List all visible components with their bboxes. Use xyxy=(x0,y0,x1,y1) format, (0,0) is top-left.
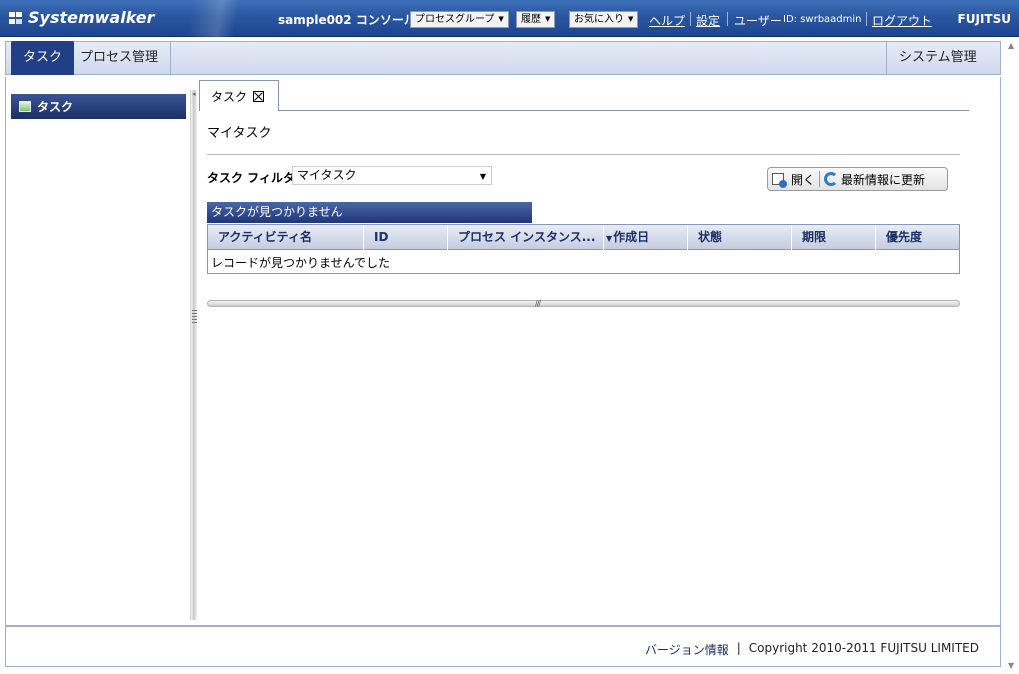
scrollbar-grip-icon[interactable]: /// xyxy=(535,299,541,308)
sidebar-item-label: タスク xyxy=(37,100,74,114)
tab-task[interactable]: タスク xyxy=(11,41,75,75)
scroll-up-icon[interactable]: ▲ xyxy=(1008,41,1014,50)
footer-text: バージョン情報 | Copyright 2010-2011 FUJITSU LI… xyxy=(645,641,979,658)
header-divider xyxy=(866,12,867,26)
collapse-arrow-icon[interactable]: ◂ xyxy=(192,90,196,98)
version-info-link[interactable]: バージョン情報 xyxy=(645,641,729,658)
status-message: タスクが見つかりません xyxy=(207,202,532,223)
task-list-icon xyxy=(19,101,31,112)
tab-system-management[interactable]: システム管理 xyxy=(886,41,989,75)
open-button-label: 開く xyxy=(791,172,816,187)
chevron-down-icon: ▼ xyxy=(479,172,486,181)
table-empty-message: レコードが見つかりませんでした xyxy=(211,256,391,270)
refresh-button[interactable]: 最新情報に更新 xyxy=(820,168,929,190)
logout-link[interactable]: ログアウト xyxy=(872,12,932,29)
page-vertical-scrollbar[interactable]: ▲ ▼ xyxy=(1005,37,1019,674)
content-tab-label: タスク xyxy=(211,89,248,104)
action-toolbar: 開く 最新情報に更新 xyxy=(767,167,948,191)
fujitsu-logo: FUJITSU xyxy=(957,12,1011,26)
user-label: ユーザー xyxy=(734,14,782,28)
process-group-menu-label: プロセスグループ xyxy=(415,14,495,25)
horizontal-scrollbar[interactable]: /// xyxy=(207,299,960,308)
app-header: Systemwalker sample002 コンソール プロセスグループ ▼ … xyxy=(0,0,1019,37)
copyright-text: Copyright 2010-2011 FUJITSU LIMITED xyxy=(748,641,979,655)
help-link[interactable]: ヘルプ xyxy=(649,12,685,29)
column-header-process-instance[interactable]: プロセス インスタンス... xyxy=(448,225,604,250)
chevron-down-icon: ▼ xyxy=(498,15,504,23)
history-menu-label: 履歴 xyxy=(521,14,541,25)
column-header-status[interactable]: 状態 xyxy=(688,225,792,250)
history-menu[interactable]: 履歴 ▼ xyxy=(516,11,556,28)
open-button[interactable]: 開く xyxy=(768,168,819,190)
open-icon xyxy=(772,173,787,188)
logo-mark-icon xyxy=(9,11,22,24)
table-header: アクティビティ名 ID プロセス インスタンス... ▼作成日 状態 期限 優先… xyxy=(208,225,959,250)
sort-desc-icon: ▼ xyxy=(606,234,613,243)
page-footer: バージョン情報 | Copyright 2010-2011 FUJITSU LI… xyxy=(5,625,1001,667)
favorites-menu[interactable]: お気に入り ▼ xyxy=(569,11,639,28)
scroll-down-icon[interactable]: ▼ xyxy=(1008,661,1014,670)
close-tab-icon[interactable] xyxy=(253,90,265,102)
sidebar-item-task[interactable]: タスク xyxy=(11,94,186,119)
chevron-down-icon: ▼ xyxy=(545,15,551,23)
task-table: アクティビティ名 ID プロセス インスタンス... ▼作成日 状態 期限 優先… xyxy=(207,224,960,274)
tab-strip-line xyxy=(279,110,969,111)
footer-separator: | xyxy=(736,641,741,655)
column-header-created[interactable]: ▼作成日 xyxy=(604,225,688,250)
settings-link[interactable]: 設定 xyxy=(696,12,720,29)
task-filter-value: マイタスク xyxy=(297,168,357,182)
refresh-button-label: 最新情報に更新 xyxy=(841,172,926,187)
title-divider xyxy=(207,154,960,155)
favorites-menu-label: お気に入り xyxy=(574,14,624,25)
systemwalker-logo: Systemwalker xyxy=(8,8,155,27)
user-id: ID: swrbaadmin xyxy=(783,14,862,25)
task-filter-label: タスク フィルタ xyxy=(207,171,295,185)
column-header-created-label: 作成日 xyxy=(613,230,650,244)
tab-process-management[interactable]: プロセス管理 xyxy=(68,41,172,75)
content-tab-task[interactable]: タスク xyxy=(199,80,279,111)
header-divider xyxy=(690,12,691,26)
panel-splitter[interactable]: ◂ xyxy=(190,90,197,620)
header-divider xyxy=(727,12,728,26)
column-header-due[interactable]: 期限 xyxy=(792,225,876,250)
splitter-grip-icon[interactable] xyxy=(192,310,197,324)
column-header-activity[interactable]: アクティビティ名 xyxy=(208,225,364,250)
console-label: sample002 コンソール xyxy=(278,13,416,27)
logo-text: Systemwalker xyxy=(28,8,155,27)
main-frame xyxy=(5,77,1001,625)
column-header-priority[interactable]: 優先度 xyxy=(876,225,959,250)
header-swoosh xyxy=(170,0,280,37)
chevron-down-icon: ▼ xyxy=(628,15,634,23)
refresh-icon xyxy=(824,172,839,186)
task-filter-select[interactable]: マイタスク ▼ xyxy=(292,166,492,185)
main-nav: タスク プロセス管理 システム管理 xyxy=(0,37,1019,77)
process-group-menu[interactable]: プロセスグループ ▼ xyxy=(410,11,509,28)
page-title: マイタスク xyxy=(207,126,272,141)
column-header-id[interactable]: ID xyxy=(364,225,448,250)
